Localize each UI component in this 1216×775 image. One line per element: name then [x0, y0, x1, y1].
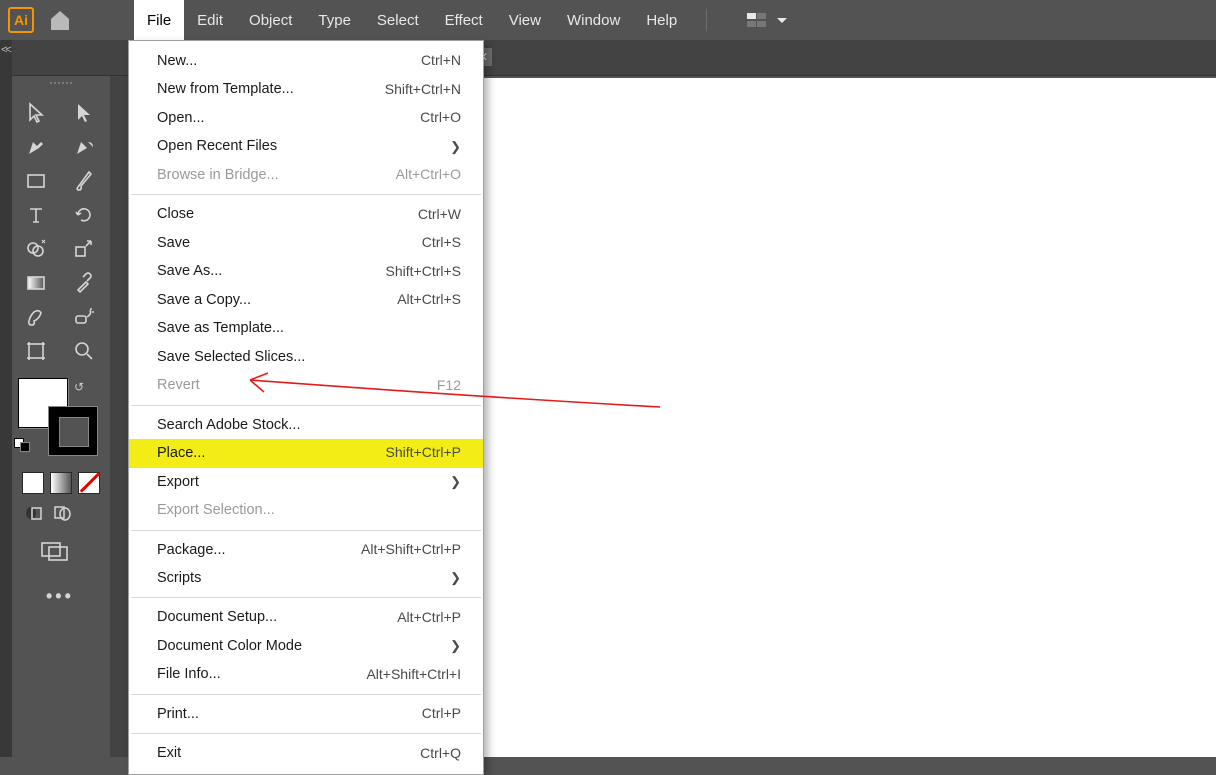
- rotate-tool[interactable]: [63, 198, 105, 232]
- menu-item-export-selection: Export Selection...: [129, 496, 483, 524]
- menu-item-scripts[interactable]: Scripts❯: [129, 564, 483, 592]
- menu-window[interactable]: Window: [554, 0, 633, 40]
- workspace-switcher[interactable]: [747, 13, 787, 27]
- menu-edit[interactable]: Edit: [184, 0, 236, 40]
- paintbrush-tool[interactable]: [63, 164, 105, 198]
- rectangle-tool[interactable]: [15, 164, 57, 198]
- menu-file[interactable]: File: [134, 0, 184, 40]
- menu-item-revert: RevertF12: [129, 371, 483, 399]
- screen-mode-icon[interactable]: [40, 541, 110, 568]
- menu-item-search-adobe-stock[interactable]: Search Adobe Stock...: [129, 411, 483, 439]
- menu-item-close[interactable]: CloseCtrl+W: [129, 200, 483, 228]
- menu-item-save-as-template[interactable]: Save as Template...: [129, 314, 483, 342]
- panel-collapse-strip[interactable]: <<: [0, 40, 12, 757]
- menu-divider: [706, 9, 707, 31]
- menu-item-browse-in-bridge: Browse in Bridge...Alt+Ctrl+O: [129, 161, 483, 189]
- menu-item-document-color-mode[interactable]: Document Color Mode❯: [129, 632, 483, 660]
- fill-stroke-swatch[interactable]: ↺: [12, 378, 110, 468]
- curvature-tool[interactable]: [63, 130, 105, 164]
- menu-item-new[interactable]: New...Ctrl+N: [129, 47, 483, 75]
- menubar: Ai FileEditObjectTypeSelectEffectViewWin…: [0, 0, 1216, 40]
- direct-selection-tool[interactable]: [63, 96, 105, 130]
- edit-toolbar-icon[interactable]: •••: [46, 586, 110, 607]
- menu-separator: [131, 694, 481, 695]
- menu-item-file-info[interactable]: File Info...Alt+Shift+Ctrl+I: [129, 660, 483, 688]
- menu-item-export[interactable]: Export❯: [129, 468, 483, 496]
- symbol-sprayer-tool[interactable]: [63, 300, 105, 334]
- stroke-swatch[interactable]: [48, 406, 98, 456]
- menu-item-save[interactable]: SaveCtrl+S: [129, 229, 483, 257]
- menu-item-new-from-template[interactable]: New from Template...Shift+Ctrl+N: [129, 75, 483, 103]
- draw-behind-icon[interactable]: [52, 504, 72, 527]
- color-mode-row: [12, 472, 110, 494]
- artboard-canvas[interactable]: [390, 78, 1216, 757]
- color-solid[interactable]: [22, 472, 44, 494]
- pen-tool[interactable]: [15, 130, 57, 164]
- menu-item-save-selected-slices[interactable]: Save Selected Slices...: [129, 343, 483, 371]
- color-gradient[interactable]: [50, 472, 72, 494]
- menu-select[interactable]: Select: [364, 0, 432, 40]
- color-none[interactable]: [78, 472, 100, 494]
- shape-builder-tool[interactable]: [15, 232, 57, 266]
- menu-item-package[interactable]: Package...Alt+Shift+Ctrl+P: [129, 536, 483, 564]
- menu-type[interactable]: Type: [305, 0, 364, 40]
- menu-separator: [131, 597, 481, 598]
- menu-item-exit[interactable]: ExitCtrl+Q: [129, 739, 483, 767]
- menu-item-save-a-copy[interactable]: Save a Copy...Alt+Ctrl+S: [129, 286, 483, 314]
- file-menu-dropdown: New...Ctrl+NNew from Template...Shift+Ct…: [128, 40, 484, 775]
- selection-tool[interactable]: [15, 96, 57, 130]
- menu-separator: [131, 194, 481, 195]
- workspace-icon: [747, 13, 767, 27]
- menu-help[interactable]: Help: [633, 0, 690, 40]
- draw-mode-row: [12, 504, 110, 527]
- menu-separator: [131, 530, 481, 531]
- menu-view[interactable]: View: [496, 0, 554, 40]
- scale-tool[interactable]: [63, 232, 105, 266]
- swap-fill-stroke-icon[interactable]: ↺: [74, 380, 84, 394]
- menu-object[interactable]: Object: [236, 0, 305, 40]
- menu-item-place[interactable]: Place...Shift+Ctrl+P: [129, 439, 483, 467]
- type-tool[interactable]: [15, 198, 57, 232]
- artboard-tool[interactable]: [15, 334, 57, 368]
- draw-normal-icon[interactable]: [24, 504, 44, 527]
- menu-item-print[interactable]: Print...Ctrl+P: [129, 700, 483, 728]
- menu-item-open[interactable]: Open...Ctrl+O: [129, 104, 483, 132]
- menu-item-document-setup[interactable]: Document Setup...Alt+Ctrl+P: [129, 603, 483, 631]
- menu-items: FileEditObjectTypeSelectEffectViewWindow…: [134, 0, 690, 40]
- home-icon[interactable]: [46, 6, 74, 34]
- eyedropper-tool[interactable]: [63, 266, 105, 300]
- panel-grip-icon[interactable]: [12, 82, 110, 90]
- menu-effect[interactable]: Effect: [432, 0, 496, 40]
- blob-brush-tool[interactable]: [15, 300, 57, 334]
- menu-separator: [131, 733, 481, 734]
- menu-item-open-recent-files[interactable]: Open Recent Files❯: [129, 132, 483, 160]
- menu-item-save-as[interactable]: Save As...Shift+Ctrl+S: [129, 257, 483, 285]
- app-logo-icon: Ai: [8, 7, 34, 33]
- zoom-tool[interactable]: [63, 334, 105, 368]
- default-fill-stroke-icon[interactable]: [14, 438, 30, 454]
- menu-separator: [131, 405, 481, 406]
- tools-panel: ↺ •••: [12, 76, 110, 607]
- gradient-tool[interactable]: [15, 266, 57, 300]
- chevron-down-icon: [777, 18, 787, 23]
